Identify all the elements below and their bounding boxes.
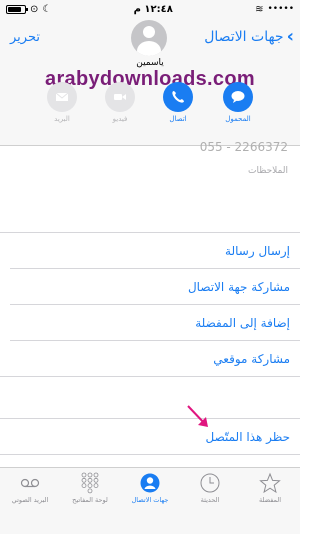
clock-icon	[182, 472, 238, 494]
star-icon	[242, 472, 298, 494]
avatar	[131, 20, 167, 56]
keypad-icon	[62, 472, 118, 494]
moon-icon: ☾	[42, 3, 52, 15]
keypad-dot	[93, 483, 99, 489]
message-icon	[223, 82, 253, 112]
tab-contacts[interactable]: جهات الاتصال	[122, 472, 178, 504]
mail-action[interactable]: البريد	[42, 82, 82, 123]
video-action[interactable]: فيديو	[100, 82, 140, 123]
keypad-dot	[81, 483, 87, 489]
mail-icon	[47, 82, 77, 112]
keypad-dot	[87, 477, 93, 483]
tab-favorites[interactable]: المفضلة	[242, 472, 298, 504]
quick-actions: المحمول اتصال فيديو البريد	[0, 82, 300, 142]
call-action-label: اتصال	[169, 115, 187, 123]
video-action-label: فيديو	[112, 115, 128, 123]
tab-bar: المفضلة الحديثة جهات الاتصال لوحة المفات…	[0, 467, 300, 534]
message-action-label: المحمول	[225, 115, 251, 123]
keypad-dot	[87, 483, 93, 489]
status-time: ١٢:٤٨ م	[133, 3, 173, 15]
status-bar: ⊙ ☾ ١٢:٤٨ م ≋ •••••	[0, 0, 300, 18]
share-contact-row[interactable]: مشاركة جهة الاتصال	[10, 268, 300, 304]
status-left: ⊙ ☾	[6, 4, 51, 15]
spacer-row	[0, 376, 300, 412]
chevron-right-icon: ›	[286, 26, 294, 47]
avatar-head	[143, 26, 155, 38]
battery-icon	[6, 4, 28, 14]
keypad-dot	[87, 472, 93, 478]
keypad-dot	[93, 472, 99, 478]
keypad-dot	[87, 488, 93, 494]
status-right: ≋ •••••	[255, 4, 294, 15]
keypad-dot	[81, 472, 87, 478]
annotation-arrow-icon	[187, 405, 208, 427]
battery-fill	[8, 6, 21, 12]
call-action[interactable]: اتصال	[158, 82, 198, 123]
video-icon	[105, 82, 135, 112]
contact-header: › جهات الاتصال تحرير ياسمين arabydownloa…	[0, 18, 300, 146]
tab-recents-label: الحديثة	[200, 496, 220, 504]
phone-number: 055 - 2266372	[199, 140, 288, 154]
tab-keypad-label: لوحة المفاتيح	[72, 496, 108, 504]
signal-strength: •••••	[267, 4, 294, 14]
share-location-row[interactable]: مشاركة موقعي	[10, 340, 300, 376]
keypad-dot	[81, 477, 87, 483]
add-to-favorites-row[interactable]: إضافة إلى المفضلة	[10, 304, 300, 340]
bottom-divider	[0, 454, 300, 455]
contacts-icon	[122, 472, 178, 494]
tab-keypad[interactable]: لوحة المفاتيح	[62, 472, 118, 504]
mail-action-label: البريد	[54, 115, 70, 123]
wifi-icon: ≋	[255, 3, 264, 15]
contact-details: 055 - 2266372 الملاحظات إرسال رسالة مشار…	[0, 140, 300, 467]
edit-button[interactable]: تحرير	[10, 30, 40, 45]
tab-favorites-label: المفضلة	[258, 496, 282, 504]
contact-name: ياسمين	[136, 58, 164, 68]
message-action[interactable]: المحمول	[218, 82, 258, 123]
back-button[interactable]: › جهات الاتصال	[204, 28, 294, 46]
tab-voicemail-label: البريد الصوتي	[11, 496, 49, 504]
block-caller-row[interactable]: حظر هذا المتّصل	[0, 418, 300, 454]
notes-label: الملاحظات	[248, 166, 288, 176]
avatar-body	[137, 41, 161, 56]
back-button-label: جهات الاتصال	[204, 29, 284, 45]
send-message-row[interactable]: إرسال رسالة	[0, 232, 300, 268]
lock-rotation-icon: ⊙	[30, 3, 39, 15]
tab-voicemail[interactable]: البريد الصوتي	[2, 472, 58, 504]
tab-recents[interactable]: الحديثة	[182, 472, 238, 504]
keypad-dot	[93, 477, 99, 483]
phone-icon	[163, 82, 193, 112]
tab-contacts-label: جهات الاتصال	[131, 496, 169, 504]
voicemail-icon	[2, 472, 58, 494]
